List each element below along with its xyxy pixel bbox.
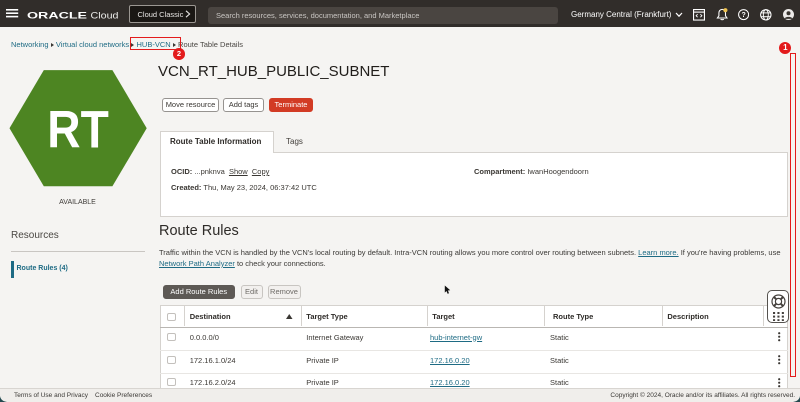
svg-text:?: ? (741, 12, 745, 19)
svg-text:Cloud: Cloud (91, 11, 119, 22)
svg-text:RT: RT (47, 100, 109, 159)
svg-text:ORACLE: ORACLE (27, 11, 87, 21)
